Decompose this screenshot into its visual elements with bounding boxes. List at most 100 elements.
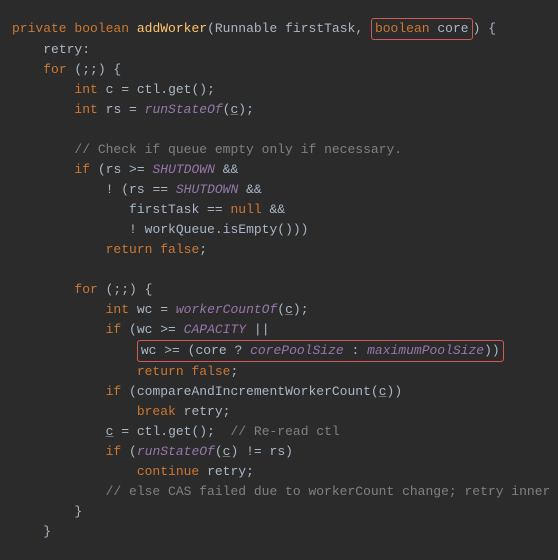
const: SHUTDOWN (176, 182, 238, 197)
brace: } (74, 504, 82, 519)
code-line: // else CAS failed due to workerCount ch… (12, 482, 546, 502)
var: rs (129, 182, 145, 197)
comment: // Check if queue empty only if necessar… (74, 142, 402, 157)
var: firstTask (129, 202, 199, 217)
var: c (230, 102, 238, 117)
code-line: int rs = runStateOf(c); (12, 100, 546, 120)
brace: { (480, 21, 496, 36)
keyword: int (74, 82, 97, 97)
keyword: boolean (74, 21, 129, 36)
code-line: for (;;) { (12, 280, 546, 300)
keyword: int (106, 302, 129, 317)
var: ctl (137, 424, 160, 439)
op: && (262, 202, 285, 217)
code-line: wc >= (core ? corePoolSize : maximumPool… (12, 340, 546, 362)
call: runStateOf (145, 102, 223, 117)
const: SHUTDOWN (152, 162, 214, 177)
label: retry: (43, 42, 90, 57)
op: = (113, 82, 136, 97)
keyword: int (74, 102, 97, 117)
keyword: for (74, 282, 97, 297)
code-line: } (12, 502, 546, 522)
dot: . (160, 82, 168, 97)
var: ctl (137, 82, 160, 97)
keyword: if (106, 384, 122, 399)
text: (); (191, 424, 214, 439)
code-line: private boolean addWorker(Runnable first… (12, 18, 546, 40)
var: wc (137, 302, 153, 317)
op: || (246, 322, 269, 337)
var: rs (270, 444, 286, 459)
semi: ; (230, 364, 238, 379)
call: get (168, 82, 191, 97)
var: rs (106, 162, 122, 177)
call: compareAndIncrementWorkerCount (137, 384, 371, 399)
param-name: core (437, 21, 468, 36)
keyword: private (12, 21, 67, 36)
code-line: break retry; (12, 402, 546, 422)
op: == (145, 182, 176, 197)
code-line (12, 120, 546, 140)
param-type: Runnable (215, 21, 277, 36)
op: >= (121, 162, 152, 177)
op: = (152, 302, 175, 317)
semi: ; (246, 464, 254, 479)
code-line: // Check if queue empty only if necessar… (12, 140, 546, 160)
bang: ! (106, 182, 122, 197)
op: = (113, 424, 136, 439)
keyword: if (106, 322, 122, 337)
code-line: int wc = workerCountOf(c); (12, 300, 546, 320)
keyword: return (106, 242, 153, 257)
call: get (168, 424, 191, 439)
const: maximumPoolSize (367, 343, 484, 358)
text: (;;) { (67, 62, 122, 77)
code-line: return false; (12, 240, 546, 260)
code-line: firstTask == null && (12, 200, 546, 220)
keyword: if (74, 162, 90, 177)
highlight-box: wc >= (core ? corePoolSize : maximumPool… (137, 340, 504, 362)
keyword: continue (137, 464, 199, 479)
const: corePoolSize (250, 343, 344, 358)
param-name: firstTask (285, 21, 355, 36)
code-line: if (wc >= CAPACITY || (12, 320, 546, 340)
text: (); (191, 82, 214, 97)
call: runStateOf (137, 444, 215, 459)
keyword: if (106, 444, 122, 459)
label-ref: retry (207, 464, 246, 479)
keyword: false (160, 242, 199, 257)
code-line: retry: (12, 40, 546, 60)
var: workQueue (145, 222, 215, 237)
comment: // Re-read ctl (230, 424, 339, 439)
code-line (12, 260, 546, 280)
var: c (285, 302, 293, 317)
keyword: break (137, 404, 176, 419)
code-line: return false; (12, 362, 546, 382)
op: && (215, 162, 238, 177)
var: c (379, 384, 387, 399)
code-line: ! (rs == SHUTDOWN && (12, 180, 546, 200)
text: (;;) { (98, 282, 153, 297)
keyword: null (230, 202, 261, 217)
op: && (238, 182, 261, 197)
dot: . (215, 222, 223, 237)
bang: ! (129, 222, 145, 237)
code-line: if (compareAndIncrementWorkerCount(c)) (12, 382, 546, 402)
method-name: addWorker (137, 21, 207, 36)
keyword: boolean (375, 21, 430, 36)
var: core (195, 343, 226, 358)
var: wc (137, 322, 153, 337)
semi: ; (223, 404, 231, 419)
code-line: if (rs >= SHUTDOWN && (12, 160, 546, 180)
code-line: if (runStateOf(c) != rs) (12, 442, 546, 462)
op: : (344, 343, 367, 358)
op: ? (227, 343, 250, 358)
keyword: false (191, 364, 230, 379)
dot: . (160, 424, 168, 439)
code-line: for (;;) { (12, 60, 546, 80)
op: = (121, 102, 144, 117)
code-line: int c = ctl.get(); (12, 80, 546, 100)
comment: // else CAS failed due to workerCount ch… (106, 484, 558, 499)
semi: ; (199, 242, 207, 257)
code-line: ! workQueue.isEmpty())) (12, 220, 546, 240)
code-line: } (12, 522, 546, 542)
